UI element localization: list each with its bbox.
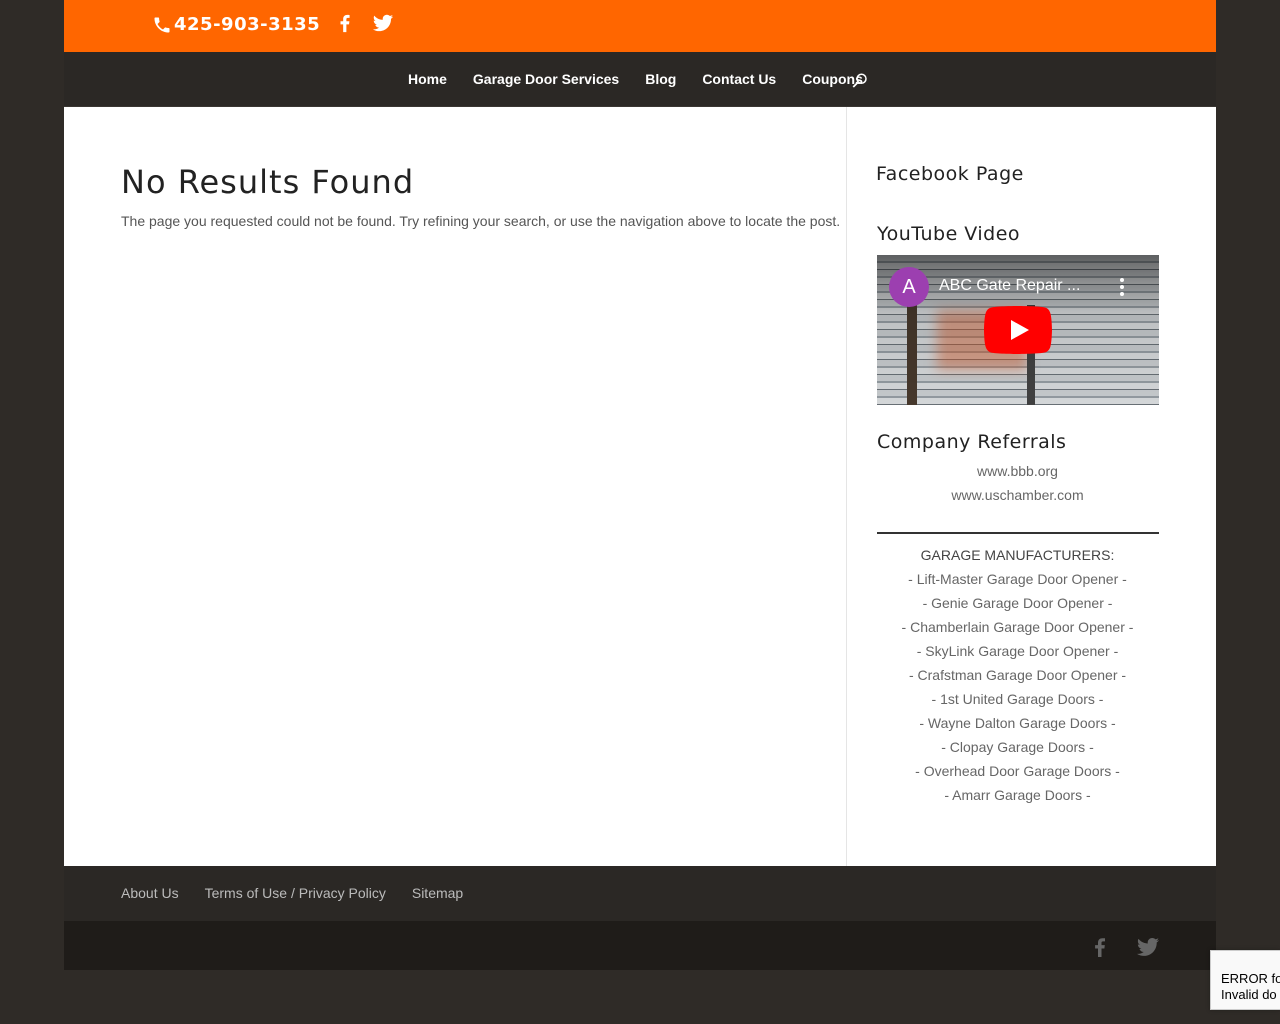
- manufacturer-item: - Lift-Master Garage Door Opener -: [908, 571, 1127, 587]
- main-content: No Results Found The page you requested …: [121, 163, 841, 229]
- manufacturer-item: - Amarr Garage Doors -: [944, 787, 1091, 803]
- top-bar: 425-903-3135: [64, 0, 1216, 52]
- section-divider: [877, 532, 1159, 534]
- twitter-icon[interactable]: [1136, 935, 1160, 959]
- referral-link-uschamber[interactable]: www.uschamber.com: [877, 483, 1158, 507]
- manufacturers-title: GARAGE MANUFACTURERS:: [920, 547, 1115, 563]
- video-title[interactable]: ABC Gate Repair ...: [939, 277, 1099, 295]
- manufacturer-item: - Chamberlain Garage Door Opener -: [901, 619, 1134, 635]
- footer-bottom-bar: [64, 921, 1216, 970]
- manufacturer-item: - Clopay Garage Doors -: [941, 739, 1094, 755]
- nav-menu: Home Garage Door Services Blog Contact U…: [408, 71, 863, 87]
- footer-link-about-us[interactable]: About Us: [121, 885, 179, 901]
- main-area: No Results Found The page you requested …: [64, 107, 1216, 866]
- top-social-links: [334, 12, 394, 34]
- twitter-icon[interactable]: [372, 12, 394, 34]
- recaptcha-error-line: ERROR fo: [1221, 971, 1280, 986]
- facebook-icon[interactable]: [334, 12, 356, 34]
- manufacturer-item: - Overhead Door Garage Doors -: [915, 763, 1120, 779]
- page-title: No Results Found: [121, 163, 415, 201]
- youtube-video-embed[interactable]: A ABC Gate Repair ...: [877, 255, 1159, 405]
- phone-text: 425-903-3135: [174, 14, 321, 35]
- manufacturer-item: - Wayne Dalton Garage Doors -: [919, 715, 1116, 731]
- phone-icon: [154, 17, 170, 32]
- nav-item-contact-us[interactable]: Contact Us: [702, 71, 776, 87]
- search-icon[interactable]: [851, 72, 869, 90]
- footer-menu: About Us Terms of Use / Privacy Policy S…: [121, 885, 463, 901]
- recaptcha-error-line: Invalid do: [1221, 987, 1277, 1002]
- youtube-heading: YouTube Video: [877, 223, 1021, 245]
- footer-navigation: About Us Terms of Use / Privacy Policy S…: [64, 866, 1216, 921]
- manufacturers-list: GARAGE MANUFACTURERS: - Lift-Master Gara…: [877, 543, 1158, 807]
- sidebar: Facebook Page YouTube Video A ABC Gate R…: [876, 163, 1159, 807]
- nav-item-blog[interactable]: Blog: [645, 71, 676, 87]
- referrals-heading: Company Referrals: [877, 431, 1067, 453]
- play-button-icon[interactable]: [984, 306, 1052, 354]
- nav-item-garage-door-services[interactable]: Garage Door Services: [473, 71, 619, 87]
- manufacturer-item: - 1st United Garage Doors -: [931, 691, 1104, 707]
- referral-link-bbb[interactable]: www.bbb.org: [877, 459, 1158, 483]
- facebook-icon[interactable]: [1088, 935, 1112, 959]
- manufacturer-item: - Genie Garage Door Opener -: [922, 595, 1113, 611]
- facebook-heading: Facebook Page: [876, 163, 1024, 185]
- channel-avatar[interactable]: A: [889, 267, 929, 307]
- footer-social-links: [1088, 935, 1160, 959]
- footer-link-terms-privacy[interactable]: Terms of Use / Privacy Policy: [205, 885, 386, 901]
- referrals-list: www.bbb.org www.uschamber.com: [877, 459, 1158, 507]
- main-navigation: Home Garage Door Services Blog Contact U…: [64, 52, 1216, 107]
- footer-link-sitemap[interactable]: Sitemap: [412, 885, 463, 901]
- phone-number[interactable]: 425-903-3135: [152, 14, 320, 35]
- nav-item-home[interactable]: Home: [408, 71, 447, 87]
- not-found-message: The page you requested could not be foun…: [121, 213, 841, 229]
- more-options-icon[interactable]: [1119, 277, 1125, 297]
- manufacturer-item: - SkyLink Garage Door Opener -: [916, 643, 1119, 659]
- recaptcha-badge[interactable]: ERROR fo Invalid do: [1210, 950, 1280, 1010]
- sidebar-divider: [846, 107, 847, 866]
- manufacturer-item: - Crafstman Garage Door Opener -: [908, 667, 1127, 683]
- page-container: 425-903-3135 Home Garage Door Services B…: [64, 0, 1216, 970]
